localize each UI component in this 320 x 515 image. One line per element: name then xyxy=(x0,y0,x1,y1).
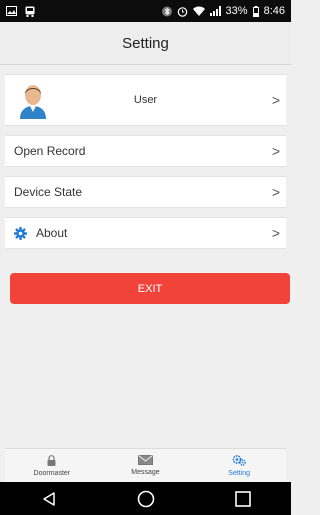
device-state-row[interactable]: Device State > xyxy=(5,176,286,208)
app-header: Setting xyxy=(0,22,291,65)
lock-icon xyxy=(47,454,56,468)
back-icon[interactable] xyxy=(29,484,69,514)
exit-button-label: EXIT xyxy=(137,282,163,295)
open-record-label: Open Record xyxy=(14,144,86,158)
device-state-label: Device State xyxy=(14,185,83,199)
page-title: Setting xyxy=(122,34,169,52)
alarm-icon xyxy=(177,6,188,17)
tab-doormaster[interactable]: Doormaster xyxy=(5,449,99,482)
gears-icon xyxy=(232,454,246,468)
chevron-right-icon: > xyxy=(271,184,280,200)
about-label: About xyxy=(36,226,68,240)
chevron-right-icon: > xyxy=(271,143,280,159)
gear-icon xyxy=(14,226,27,240)
chevron-right-icon: > xyxy=(271,225,280,241)
bus-notification-icon xyxy=(25,6,35,17)
tab-setting-label: Setting xyxy=(228,469,251,477)
signal-icon xyxy=(209,6,221,16)
open-record-row[interactable]: Open Record > xyxy=(5,135,286,167)
tab-message-label: Message xyxy=(131,469,160,476)
battery-percent: 33% xyxy=(225,5,248,17)
about-row[interactable]: About > xyxy=(5,217,286,249)
user-label: User xyxy=(133,94,158,106)
chevron-right-icon: > xyxy=(271,92,280,108)
home-icon[interactable] xyxy=(126,484,166,514)
tab-message[interactable]: Message xyxy=(99,449,193,482)
wifi-icon xyxy=(192,6,205,16)
user-row[interactable]: User > xyxy=(5,74,286,126)
gallery-notification-icon xyxy=(6,6,17,16)
status-bar: 33% 8:46 xyxy=(0,0,291,22)
clock-time: 8:46 xyxy=(263,5,285,17)
bluetooth-icon xyxy=(161,6,172,17)
exit-button[interactable]: EXIT xyxy=(10,273,290,304)
envelope-icon xyxy=(138,455,153,467)
bottom-tab-bar: Doormaster Message Setting xyxy=(5,448,286,482)
recents-icon[interactable] xyxy=(223,484,263,514)
android-nav-bar xyxy=(0,482,291,515)
battery-icon xyxy=(252,5,259,17)
tab-doormaster-label: Doormaster xyxy=(33,469,71,477)
tab-setting[interactable]: Setting xyxy=(192,449,286,482)
